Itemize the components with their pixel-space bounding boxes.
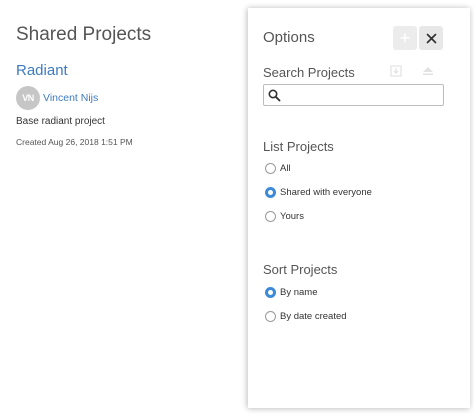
radio-button[interactable] [265,311,276,322]
radio-button[interactable] [265,163,276,174]
owner-name-link[interactable]: Vincent Nijs [43,92,98,104]
radio-label: By date created [280,311,347,322]
import-icon [390,65,402,80]
radio-sort-name[interactable]: By name [265,287,318,298]
list-projects-label: List Projects [263,139,334,154]
radio-label: By name [280,287,318,298]
radio-list-all[interactable]: All [265,163,291,174]
radio-list-yours[interactable]: Yours [265,211,304,222]
radio-label: Shared with everyone [280,187,372,198]
radio-list-shared[interactable]: Shared with everyone [265,187,372,198]
search-input[interactable] [284,86,439,104]
avatar: VN [16,86,40,110]
close-button[interactable] [419,26,443,50]
radio-button[interactable] [265,287,276,298]
project-title-link[interactable]: Radiant [16,62,68,79]
radio-label: All [280,163,291,174]
radio-sort-date[interactable]: By date created [265,311,347,322]
radio-label: Yours [280,211,304,222]
project-owner: VN Vincent Nijs [16,86,98,110]
search-icon [268,89,281,102]
project-created-date: Created Aug 26, 2018 1:51 PM [16,137,133,147]
page-title: Shared Projects [16,24,152,45]
eject-icon [422,66,434,79]
main-content: Shared Projects Radiant VN Vincent Nijs … [0,0,248,420]
search-box[interactable] [263,84,444,106]
add-button[interactable]: + [393,26,417,50]
radio-button[interactable] [265,211,276,222]
project-description: Base radiant project [16,116,105,127]
close-icon [426,33,436,43]
plus-icon: + [399,28,411,48]
sort-projects-label: Sort Projects [263,262,338,277]
radio-button[interactable] [265,187,276,198]
options-panel: Options + Search Projects List Projects … [248,8,470,408]
search-projects-label: Search Projects [263,65,355,80]
options-title: Options [263,29,315,46]
